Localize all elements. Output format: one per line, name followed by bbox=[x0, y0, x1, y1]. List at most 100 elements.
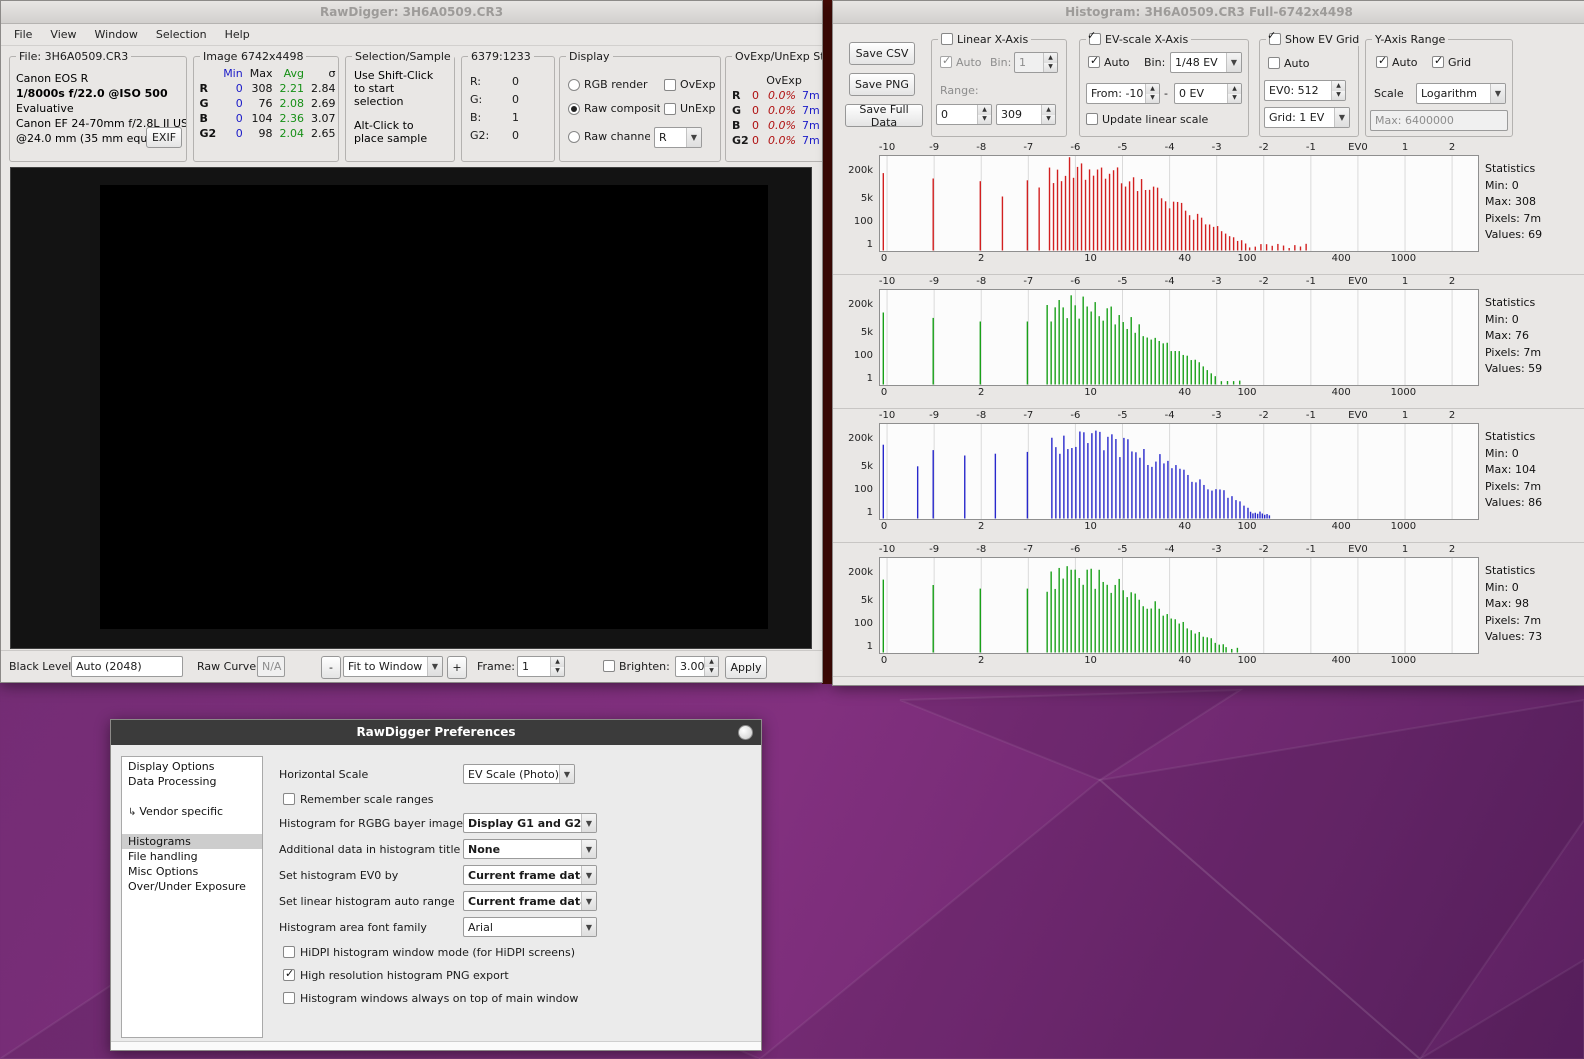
spinner-arrows-icon[interactable]: ▲▼ bbox=[550, 657, 564, 676]
raw-channel-select[interactable]: R ▼ bbox=[654, 127, 702, 148]
ev-to-stepper[interactable]: 0 EV ▲▼ bbox=[1174, 83, 1242, 104]
spinner-arrows-icon[interactable]: ▲▼ bbox=[1041, 105, 1055, 124]
spinner-arrows-icon[interactable]: ▲▼ bbox=[977, 105, 991, 124]
yaxis-scale-select[interactable]: Logarithm ▼ bbox=[1416, 83, 1506, 104]
image-canvas-area[interactable] bbox=[10, 167, 812, 649]
unexp-checkbox[interactable] bbox=[664, 103, 676, 115]
ovexp-stats-title: OvExp/UnExp Stats bbox=[732, 49, 823, 63]
ovexp-row-pct: 0.0% bbox=[768, 134, 796, 147]
brighten-checkbox[interactable] bbox=[603, 660, 615, 672]
spinner-arrows-icon[interactable]: ▲▼ bbox=[704, 657, 718, 676]
rgbg-bayer-select[interactable]: Display G1 and G2 ▼ bbox=[463, 813, 597, 833]
ev0-by-select[interactable]: Current frame data ▼ bbox=[463, 865, 597, 885]
save-csv-button[interactable]: Save CSV bbox=[849, 42, 915, 65]
always-on-top-checkbox[interactable] bbox=[283, 992, 295, 1004]
ev-axis-tick: 2 bbox=[1449, 544, 1455, 555]
unexp-label: UnExp bbox=[680, 102, 715, 115]
histogram-panel-g: 200k5k1001-10-9-8-7-6-5-4-3-2-1EV0120210… bbox=[833, 275, 1584, 409]
preferences-titlebar[interactable]: RawDigger Preferences bbox=[111, 720, 761, 745]
frame-label: Frame: bbox=[477, 660, 515, 673]
zoom-in-button[interactable]: + bbox=[447, 656, 467, 679]
menu-selection[interactable]: Selection bbox=[147, 25, 216, 44]
channel-statistics: StatisticsMin: 0Max: 76Pixels: 7mValues:… bbox=[1485, 295, 1581, 378]
sidebar-item-label: Histograms bbox=[128, 835, 191, 848]
raw-channel-radio[interactable] bbox=[568, 131, 580, 143]
ovexp-checkbox[interactable] bbox=[664, 79, 676, 91]
chevron-down-icon: ▼ bbox=[427, 657, 442, 676]
menu-window[interactable]: Window bbox=[86, 25, 147, 44]
zoom-mode-select[interactable]: Fit to Window ▼ bbox=[343, 656, 443, 677]
ev-from-stepper[interactable]: From: -10 ▲▼ bbox=[1086, 83, 1160, 104]
menu-file[interactable]: File bbox=[5, 25, 41, 44]
ev-axis-tick: -4 bbox=[1165, 276, 1175, 287]
sidebar-item-file-handling[interactable]: File handling bbox=[122, 849, 262, 864]
main-window-titlebar[interactable]: RawDigger: 3H6A0509.CR3 bbox=[1, 1, 822, 24]
main-menubar: File View Window Selection Help bbox=[1, 24, 822, 46]
ev-bin-select[interactable]: 1/48 EV ▼ bbox=[1170, 52, 1242, 73]
save-png-button[interactable]: Save PNG bbox=[849, 73, 915, 96]
ovexp-row-count: 0 bbox=[752, 89, 759, 102]
linear-xaxis-title: Linear X-Axis bbox=[957, 33, 1028, 46]
raw-value-tick: 400 bbox=[1332, 655, 1351, 666]
black-level-field[interactable]: Auto (2048) bbox=[71, 656, 183, 677]
zoom-out-button[interactable]: - bbox=[321, 656, 341, 679]
chevron-down-icon: ▼ bbox=[1490, 84, 1505, 103]
spinner-arrows-icon[interactable]: ▲▼ bbox=[1227, 84, 1241, 103]
rgb-render-radio[interactable] bbox=[568, 79, 580, 91]
file-info-title: File: 3H6A0509.CR3 bbox=[16, 49, 131, 63]
brighten-stepper[interactable]: 3.00 ▲▼ bbox=[675, 656, 719, 677]
frame-stepper[interactable]: 1 ▲▼ bbox=[517, 656, 565, 677]
yaxis-grid-checkbox[interactable] bbox=[1432, 56, 1444, 68]
ovexp-row-pct: 0.0% bbox=[768, 104, 796, 117]
linear-auto-checkbox[interactable] bbox=[940, 56, 952, 68]
apply-button[interactable]: Apply bbox=[725, 656, 767, 679]
statistics-line: Min: 0 bbox=[1485, 178, 1581, 195]
hidpi-checkbox[interactable] bbox=[283, 946, 295, 958]
ev-axis-tick: -1 bbox=[1306, 276, 1316, 287]
ev-axis-tick: 2 bbox=[1449, 410, 1455, 421]
save-full-data-button[interactable]: Save Full Data bbox=[845, 104, 923, 127]
horizontal-scale-select[interactable]: EV Scale (Photo) ▼ bbox=[463, 764, 575, 784]
preferences-nav-list: Display OptionsData Processing ↳Vendor sp… bbox=[121, 756, 263, 1038]
ev-auto-checkbox[interactable] bbox=[1088, 56, 1100, 68]
raw-image-preview[interactable] bbox=[100, 185, 768, 629]
sidebar-item-label: Vendor specific bbox=[139, 805, 223, 818]
ovexp-row-ch: G2 bbox=[732, 134, 749, 147]
spinner-arrows-icon[interactable]: ▲▼ bbox=[1331, 81, 1345, 100]
sidebar-item-over-under-exposure[interactable]: Over/Under Exposure bbox=[122, 879, 262, 894]
grid-auto-checkbox[interactable] bbox=[1268, 57, 1280, 69]
spinner-arrows-icon[interactable]: ▲▼ bbox=[1145, 84, 1159, 103]
sidebar-item-label: Over/Under Exposure bbox=[128, 880, 246, 893]
sidebar-item-misc-options[interactable]: Misc Options bbox=[122, 864, 262, 879]
sidebar-item-histograms[interactable]: Histograms bbox=[122, 834, 262, 849]
sidebar-item-data-processing[interactable]: Data Processing bbox=[122, 774, 262, 789]
sidebar-item-vendor-specific[interactable]: ↳Vendor specific bbox=[122, 804, 262, 819]
additional-data-select[interactable]: None ▼ bbox=[463, 839, 597, 859]
raw-value-tick: 40 bbox=[1178, 253, 1191, 264]
show-ev-grid-checkbox[interactable] bbox=[1269, 33, 1281, 45]
font-family-select[interactable]: Arial ▼ bbox=[463, 917, 597, 937]
window-gap-divider bbox=[822, 0, 832, 684]
exif-button[interactable]: EXIF bbox=[146, 127, 182, 148]
linear-xaxis-checkbox[interactable] bbox=[941, 33, 953, 45]
grid-step-select[interactable]: Grid: 1 EV ▼ bbox=[1264, 107, 1350, 128]
statistics-line: Max: 104 bbox=[1485, 462, 1581, 479]
histogram-window-titlebar[interactable]: Histogram: 3H6A0509.CR3 Full-6742x4498 bbox=[833, 1, 1584, 24]
sidebar-item-display-options[interactable]: Display Options bbox=[122, 759, 262, 774]
raw-composite-radio[interactable] bbox=[568, 103, 580, 115]
ev-scale-checkbox[interactable] bbox=[1089, 33, 1101, 45]
menu-help[interactable]: Help bbox=[216, 25, 259, 44]
nav-spacer bbox=[122, 819, 262, 834]
ev-axis-tick: -9 bbox=[929, 142, 939, 153]
menu-view[interactable]: View bbox=[41, 25, 85, 44]
close-icon[interactable] bbox=[738, 725, 753, 740]
update-linear-checkbox[interactable] bbox=[1086, 113, 1098, 125]
ev-axis-tick: -7 bbox=[1023, 276, 1033, 287]
ev0-stepper[interactable]: EV0: 512 ▲▼ bbox=[1264, 80, 1346, 101]
range-from-stepper[interactable]: 0 ▲▼ bbox=[936, 104, 992, 125]
remember-scale-checkbox[interactable] bbox=[283, 793, 295, 805]
hires-png-checkbox[interactable] bbox=[283, 969, 295, 981]
range-to-stepper[interactable]: 309 ▲▼ bbox=[996, 104, 1056, 125]
auto-range-select[interactable]: Current frame data ▼ bbox=[463, 891, 597, 911]
yaxis-auto-checkbox[interactable] bbox=[1376, 56, 1388, 68]
